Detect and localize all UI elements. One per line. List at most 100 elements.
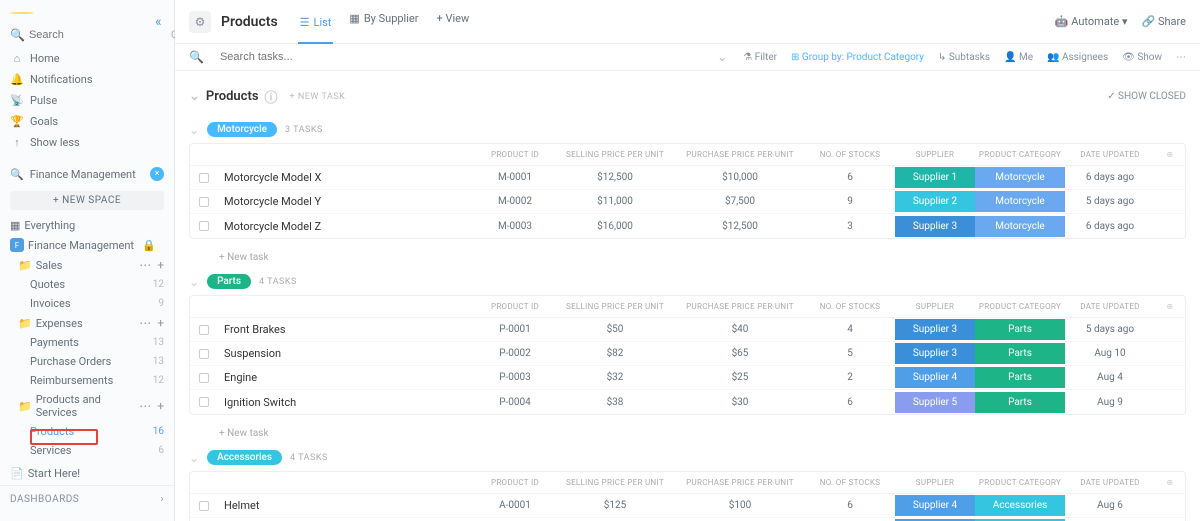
cell-supplier[interactable]: Supplier 1 <box>895 167 975 188</box>
task-name[interactable]: Motorcycle Model Z <box>218 216 475 237</box>
nav-notifications[interactable]: 🔔Notifications <box>0 69 174 90</box>
status-icon[interactable] <box>199 397 209 407</box>
list-products[interactable]: Products16 <box>0 422 174 441</box>
search-input[interactable] <box>29 29 171 41</box>
tab-list[interactable]: ☰List <box>298 8 334 44</box>
col-supplier[interactable]: SUPPLIER <box>895 148 975 161</box>
nav-goals[interactable]: 🏆Goals <box>0 111 174 132</box>
table-row[interactable]: Helmet A-0001 $125 $100 6 Supplier 4 Acc… <box>190 494 1185 518</box>
col-purchase[interactable]: PURCHASE PRICE PER UNIT <box>675 148 805 161</box>
col-updated[interactable]: DATE UPDATED <box>1065 476 1155 489</box>
list-reimbursements[interactable]: Reimbursements12 <box>0 371 174 390</box>
close-space-icon[interactable]: × <box>150 167 164 181</box>
new-task-button[interactable]: + NEW TASK <box>290 92 346 102</box>
col-supplier[interactable]: SUPPLIER <box>895 476 975 489</box>
more-icon[interactable]: ⋯ <box>139 399 151 413</box>
table-row[interactable]: Suspension P-0002 $82 $65 5 Supplier 3 P… <box>190 342 1185 366</box>
table-row[interactable]: Ignition Switch P-0004 $38 $30 6 Supplie… <box>190 390 1185 414</box>
new-space-button[interactable]: + NEW SPACE <box>10 191 164 210</box>
cell-category[interactable]: Motorcycle <box>975 191 1065 212</box>
col-category[interactable]: PRODUCT CATEGORY <box>975 476 1065 489</box>
status-icon[interactable] <box>199 173 209 183</box>
cell-category[interactable]: Parts <box>975 343 1065 364</box>
col-stocks[interactable]: NO. OF STOCKS <box>805 476 895 489</box>
nav-home[interactable]: ⌂Home <box>0 48 174 69</box>
group-collapse-icon[interactable]: ⌄ <box>189 451 199 465</box>
col-product-id[interactable]: PRODUCT ID <box>475 148 555 161</box>
plus-icon[interactable]: + <box>157 258 164 272</box>
col-updated[interactable]: DATE UPDATED <box>1065 148 1155 161</box>
col-purchase[interactable]: PURCHASE PRICE PER UNIT <box>675 300 805 313</box>
new-task-row[interactable]: + New task <box>189 423 1186 444</box>
group-pill[interactable]: Accessories <box>207 450 282 465</box>
folder-products-services[interactable]: 📁Products and Services⋯+ <box>0 390 174 422</box>
sidebar-everything[interactable]: ▦Everything <box>0 216 174 235</box>
col-product-id[interactable]: PRODUCT ID <box>475 476 555 489</box>
status-icon[interactable] <box>199 349 209 359</box>
add-column-icon[interactable]: ⊕ <box>1155 300 1185 313</box>
table-row[interactable]: Front Brakes P-0001 $50 $40 4 Supplier 3… <box>190 318 1185 342</box>
col-selling[interactable]: SELLING PRICE PER UNIT <box>555 300 675 313</box>
list-invoices[interactable]: Invoices9 <box>0 294 174 313</box>
col-stocks[interactable]: NO. OF STOCKS <box>805 148 895 161</box>
folder-expenses[interactable]: 📁Expenses⋯+ <box>0 313 174 333</box>
list-quotes[interactable]: Quotes12 <box>0 275 174 294</box>
list-payments[interactable]: Payments13 <box>0 333 174 352</box>
col-updated[interactable]: DATE UPDATED <box>1065 300 1155 313</box>
task-name[interactable]: Ignition Switch <box>218 392 475 413</box>
more-options-icon[interactable]: ⋯ <box>1176 52 1186 63</box>
cell-category[interactable]: Motorcycle <box>975 167 1065 188</box>
status-icon[interactable] <box>199 197 209 207</box>
automate-button[interactable]: 🤖 Automate ▾ <box>1055 15 1128 28</box>
tab-by-supplier[interactable]: ▦By Supplier <box>347 8 420 35</box>
workspace-avatar[interactable] <box>10 12 34 14</box>
cell-supplier[interactable]: Supplier 4 <box>895 367 975 388</box>
col-selling[interactable]: SELLING PRICE PER UNIT <box>555 476 675 489</box>
group-collapse-icon[interactable]: ⌄ <box>189 275 199 289</box>
table-row[interactable]: Motorcycle Model X M-0001 $12,500 $10,00… <box>190 166 1185 190</box>
task-name[interactable]: Motorcycle Model Y <box>218 191 475 212</box>
cell-category[interactable]: Parts <box>975 367 1065 388</box>
info-icon[interactable]: ⓘ <box>265 87 278 106</box>
cell-supplier[interactable]: Supplier 4 <box>895 495 975 516</box>
new-task-row[interactable]: + New task <box>189 247 1186 268</box>
task-name[interactable]: Helmet <box>218 495 475 516</box>
col-stocks[interactable]: NO. OF STOCKS <box>805 300 895 313</box>
assignees-button[interactable]: 👥 Assignees <box>1047 52 1108 63</box>
plus-icon[interactable]: + <box>157 399 164 413</box>
cell-supplier[interactable]: Supplier 2 <box>895 191 975 212</box>
cell-category[interactable]: Parts <box>975 392 1065 413</box>
cell-category[interactable]: Motorcycle <box>975 216 1065 237</box>
list-settings-icon[interactable]: ⚙ <box>189 11 211 33</box>
col-category[interactable]: PRODUCT CATEGORY <box>975 148 1065 161</box>
cell-category[interactable]: Parts <box>975 319 1065 340</box>
list-purchase-orders[interactable]: Purchase Orders13 <box>0 352 174 371</box>
task-name[interactable]: Engine <box>218 367 475 388</box>
more-icon[interactable]: ⋯ <box>139 258 151 272</box>
space-header[interactable]: 🔍 Finance Management × <box>0 161 174 187</box>
status-icon[interactable] <box>199 325 209 335</box>
show-button[interactable]: 👁 Show <box>1122 52 1162 63</box>
sidebar-start-here[interactable]: 📄Start Here! <box>0 464 174 483</box>
task-name[interactable]: Motorcycle Model X <box>218 167 475 188</box>
status-icon[interactable] <box>199 501 209 511</box>
col-purchase[interactable]: PURCHASE PRICE PER UNIT <box>675 476 805 489</box>
col-supplier[interactable]: SUPPLIER <box>895 300 975 313</box>
task-name[interactable]: Suspension <box>218 343 475 364</box>
group-collapse-icon[interactable]: ⌄ <box>189 123 199 137</box>
task-search-input[interactable] <box>220 51 701 63</box>
expand-search-icon[interactable]: ⌄ <box>717 50 727 64</box>
nav-pulse[interactable]: 📡Pulse <box>0 90 174 111</box>
table-row[interactable]: Motorcycle Model Z M-0003 $16,000 $12,50… <box>190 214 1185 238</box>
table-row[interactable]: Motorcycle Model Y M-0002 $11,000 $7,500… <box>190 190 1185 214</box>
col-product-id[interactable]: PRODUCT ID <box>475 300 555 313</box>
cell-supplier[interactable]: Supplier 5 <box>895 392 975 413</box>
status-icon[interactable] <box>199 221 209 231</box>
collapse-sidebar-icon[interactable]: « <box>155 14 162 30</box>
status-icon[interactable] <box>199 373 209 383</box>
group-pill[interactable]: Parts <box>207 274 251 289</box>
plus-icon[interactable]: + <box>157 316 164 330</box>
list-services[interactable]: Services6 <box>0 441 174 460</box>
sidebar-space-fm[interactable]: FFinance Management🔒 <box>0 235 174 255</box>
sidebar-search[interactable]: 🔍 Ctrl+K <box>0 22 174 48</box>
